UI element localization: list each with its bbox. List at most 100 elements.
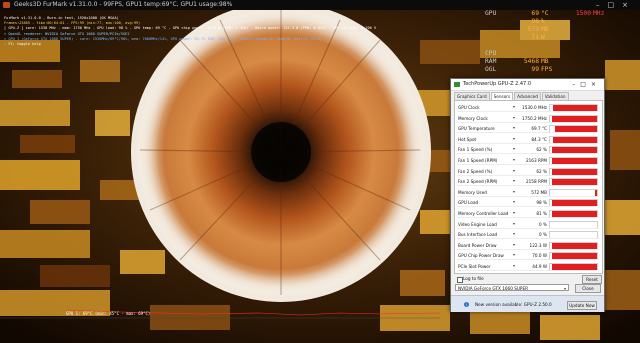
log-to-file-label: Log to file [463,276,484,281]
sensor-dropdown-icon[interactable] [513,148,515,151]
sensor-value: 1750.2 MHz [522,115,547,121]
sensor-dropdown-icon[interactable] [513,169,515,172]
osd-unit [539,42,557,50]
sensor-row: Fan 2 Speed (%) 62 % [457,167,599,176]
sensor-row: Hot Spot 84.3 °C [457,135,599,144]
sensor-name: Fan 2 Speed (%) [458,168,493,174]
osd-value [513,42,539,50]
sensor-dropdown-icon[interactable] [513,265,515,267]
furmark-app-icon [3,2,10,8]
osd-unit: W [541,34,545,41]
osd-unit [591,42,609,50]
gpuz-window-controls[interactable]: –□× [572,79,601,90]
sensor-name: Memory Used [458,189,487,195]
camera-icon[interactable] [576,93,582,108]
overlay-line: > GPU 1 (GeForce GTX 1660 SUPER) - core:… [4,36,323,41]
osd-value [557,58,591,66]
osd-row: OGL 99 FPS [485,66,633,74]
osd-unit: MHz [593,10,605,17]
sensor-dropdown-icon[interactable] [513,190,515,193]
osd-label [485,26,513,34]
sensor-dropdown-icon[interactable] [513,116,515,119]
sensor-row: GPU Clock 1530.0 MHz [457,103,599,112]
sensor-name: Memory Clock [458,115,488,121]
osd-label [485,42,513,50]
tab-advanced[interactable]: Advanced [514,92,541,100]
osd-label: OGL [485,66,497,73]
sensor-dropdown-icon[interactable] [513,127,515,130]
osd-value: 99 [531,66,539,73]
gpuz-window[interactable]: TechPowerUp GPU-Z 2.47.0 –□× Graphics Ca… [450,78,605,312]
osd-value: 1500 [575,10,591,17]
sensor-name: GPU Chip Power Draw [458,253,504,259]
sensor-dropdown-icon[interactable] [513,222,515,225]
tab-graphics-card[interactable]: Graphics Card [454,92,490,100]
gpuz-app-icon [454,82,460,87]
sensor-row: GPU Temperature 69.7 °C [457,124,599,134]
sensor-name: Board Power Draw [458,242,497,248]
osd-value: 71 [531,34,539,41]
sensor-dropdown-icon[interactable] [513,233,515,236]
sensor-list: GPU Clock 1530.0 MHz Memory Clock 1750.2 MH… [454,100,603,274]
tab-validation[interactable]: Validation [541,92,569,100]
sensor-row: PCIe Slot Power 44.9 W [457,262,599,271]
osd-label: GPU [485,10,497,17]
sensor-row: Bus Interface Load 0 % [457,230,599,240]
update-now-button[interactable]: Update Now [567,301,597,310]
osd-value [557,50,591,58]
gpu-select-value: NVIDIA GeForce GTX 1660 SUPER [458,286,529,291]
osd-value: 573 [527,26,539,33]
reset-button[interactable]: Reset [582,275,602,284]
refresh-icon[interactable] [585,93,591,108]
menu-icon[interactable] [594,93,600,107]
osd-label: CPU [485,50,497,57]
overlay-line: - F1: toggle help [4,42,41,47]
sensor-dropdown-icon[interactable] [513,212,515,214]
furmark-titlebar: Geeks3D FurMark v1.31.0.0 - 99FPS, GPU1 … [0,0,640,10]
sensor-name: Fan 1 Speed (RPM) [458,158,498,163]
sensor-dropdown-icon[interactable] [513,201,515,204]
tab-sensors[interactable]: Sensors [490,92,514,100]
osd-unit: °C [541,10,549,17]
osd-row: 573 MB [485,26,633,34]
sensor-dropdown-icon[interactable] [513,137,515,140]
chevron-down-icon [564,287,566,290]
sensor-value: 70.0 W [532,253,547,259]
temp-graph-label: GPU 1: 69°C (min: 45°C - max: 69°C) [66,311,151,316]
osd-unit [591,34,609,42]
osd-label [485,18,513,26]
sensor-row: Video Engine Load 0 % [457,220,599,229]
sensor-dropdown-icon[interactable] [513,159,515,161]
osd-label: RAM [485,58,497,65]
sensor-value: 2158 RPM [525,179,547,185]
osd-unit: MB [541,26,549,33]
sensor-name: Video Engine Load [458,221,497,227]
sensor-dropdown-icon[interactable] [513,243,515,246]
osd-value [557,18,591,26]
osd-unit [591,66,609,74]
sensor-row: Memory Clock 1750.2 MHz [457,114,599,123]
sensor-name: Memory Controller Load [458,211,509,216]
osd-unit [539,50,557,58]
sensor-dropdown-icon[interactable] [513,254,515,257]
gpu-select[interactable]: NVIDIA GeForce GTX 1660 SUPER [455,284,569,291]
osd-value [557,42,591,50]
window-controls[interactable]: –□× [596,0,636,10]
close-button[interactable]: Close [575,284,601,293]
gpuz-window-title: TechPowerUp GPU-Z 2.47.0 [463,81,532,87]
sensor-dropdown-icon[interactable] [513,180,515,183]
osd-row: CPU [485,50,633,58]
sensor-value: 81 % [536,211,547,216]
sensor-row: Fan 1 Speed (RPM) 2163 RPM [457,156,599,165]
overlay-line: [ GPU-Z ] core: 1530 MHz - mem: 1750 MHz… [4,26,377,31]
sensor-row: Memory Controller Load 81 % [457,209,599,218]
sensor-dropdown-icon[interactable] [513,106,515,108]
sensor-value: 0 % [539,221,547,227]
sensor-value: 62 % [536,147,547,153]
osd-value: 98 [531,18,539,25]
osd-value: 5468 [523,58,539,65]
osd-value [513,50,539,58]
osd-unit: FPS [541,66,553,73]
sensor-value: 44.9 W [532,264,547,269]
sensor-row: Fan 1 Speed (%) 62 % [457,145,599,155]
